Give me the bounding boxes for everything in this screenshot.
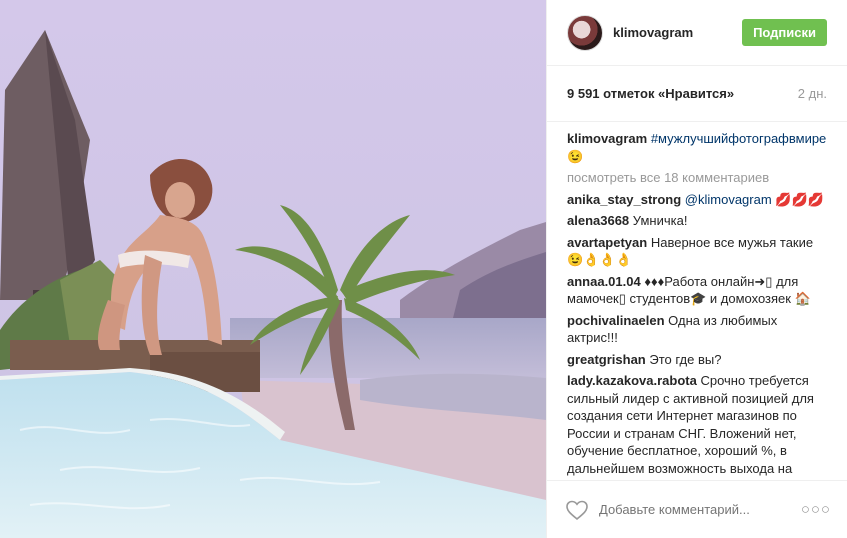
comment-item: anika_stay_strong @klimovagram 💋💋💋	[567, 191, 827, 209]
likes-count[interactable]: 9 591 отметок «Нравится»	[567, 86, 734, 101]
comment-username[interactable]: lady.kazakova.rabota	[567, 373, 697, 388]
header-username[interactable]: klimovagram	[613, 25, 742, 40]
comment-item: alena3668 Умничка!	[567, 212, 827, 230]
comment-username[interactable]: greatgrishan	[567, 352, 646, 367]
comment-text: Срочно требуется сильный лидер с активно…	[567, 373, 814, 476]
avatar[interactable]	[567, 14, 603, 51]
view-all-comments-link[interactable]: посмотреть все 18 комментариев	[567, 169, 827, 187]
comment-bar: ○○○	[547, 480, 847, 538]
caption-emoji: 😉	[567, 148, 584, 164]
post-sidebar: klimovagram Подписки 9 591 отметок «Нрав…	[546, 0, 847, 538]
post-age[interactable]: 2 дн.	[798, 86, 827, 101]
comment-item: annaa.01.04 ♦♦♦Работа онлайн➜▯ для мамоч…	[567, 273, 827, 308]
comments-list: klimovagram #мужлучшийфотографвмире 😉 по…	[547, 122, 847, 480]
comment-item: greatgrishan Это где вы?	[567, 351, 827, 369]
likes-row: 9 591 отметок «Нравится» 2 дн.	[547, 66, 847, 122]
comment-username[interactable]: alena3668	[567, 213, 629, 228]
more-options-icon[interactable]: ○○○	[801, 501, 831, 518]
follow-button[interactable]: Подписки	[742, 19, 827, 46]
photo-illustration	[0, 0, 546, 538]
comment-mention[interactable]: @klimovagram	[685, 192, 772, 207]
comment-item: lady.kazakova.rabota Срочно требуется си…	[567, 372, 827, 477]
comment-text: Это где вы?	[649, 351, 722, 367]
heart-icon[interactable]	[565, 499, 589, 521]
comment-item: avartapetyan Наверное все мужья такие 😉👌…	[567, 234, 827, 269]
comment-text: Умничка!	[632, 213, 688, 228]
comment-username[interactable]: pochivalinaelen	[567, 313, 665, 328]
post-header: klimovagram Подписки	[547, 0, 847, 66]
post-photo[interactable]	[0, 0, 546, 538]
comment-input[interactable]	[599, 502, 801, 517]
post-view: klimovagram Подписки 9 591 отметок «Нрав…	[0, 0, 847, 538]
comment-username[interactable]: annaa.01.04	[567, 274, 641, 289]
caption-hashtag[interactable]: #мужлучшийфотографвмире	[651, 131, 826, 146]
comment-username[interactable]: avartapetyan	[567, 235, 647, 250]
caption: klimovagram #мужлучшийфотографвмире 😉	[567, 130, 827, 165]
comment-item: pochivalinaelen Одна из любимых актрис!!…	[567, 312, 827, 347]
comment-username[interactable]: anika_stay_strong	[567, 192, 681, 207]
comment-text: 💋💋💋	[771, 191, 824, 207]
caption-username[interactable]: klimovagram	[567, 131, 647, 146]
